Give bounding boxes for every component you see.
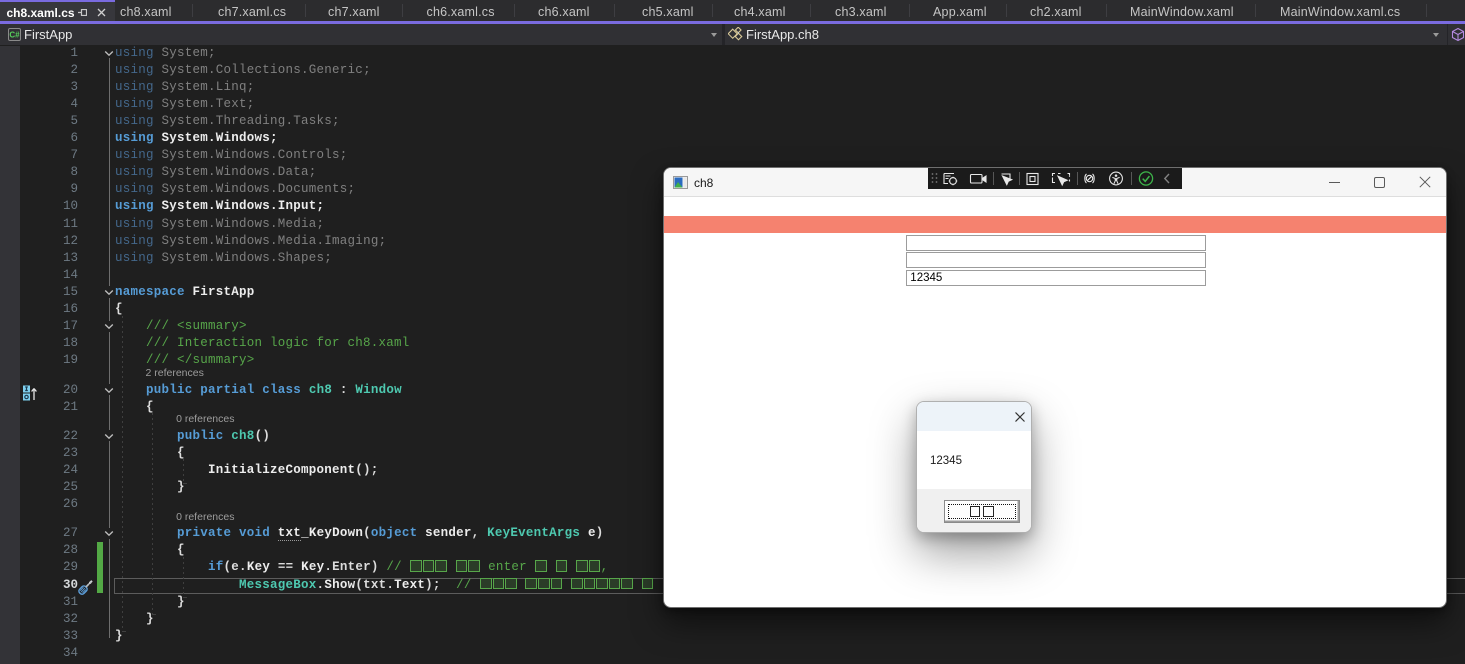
svg-text:C#: C# (9, 31, 20, 40)
